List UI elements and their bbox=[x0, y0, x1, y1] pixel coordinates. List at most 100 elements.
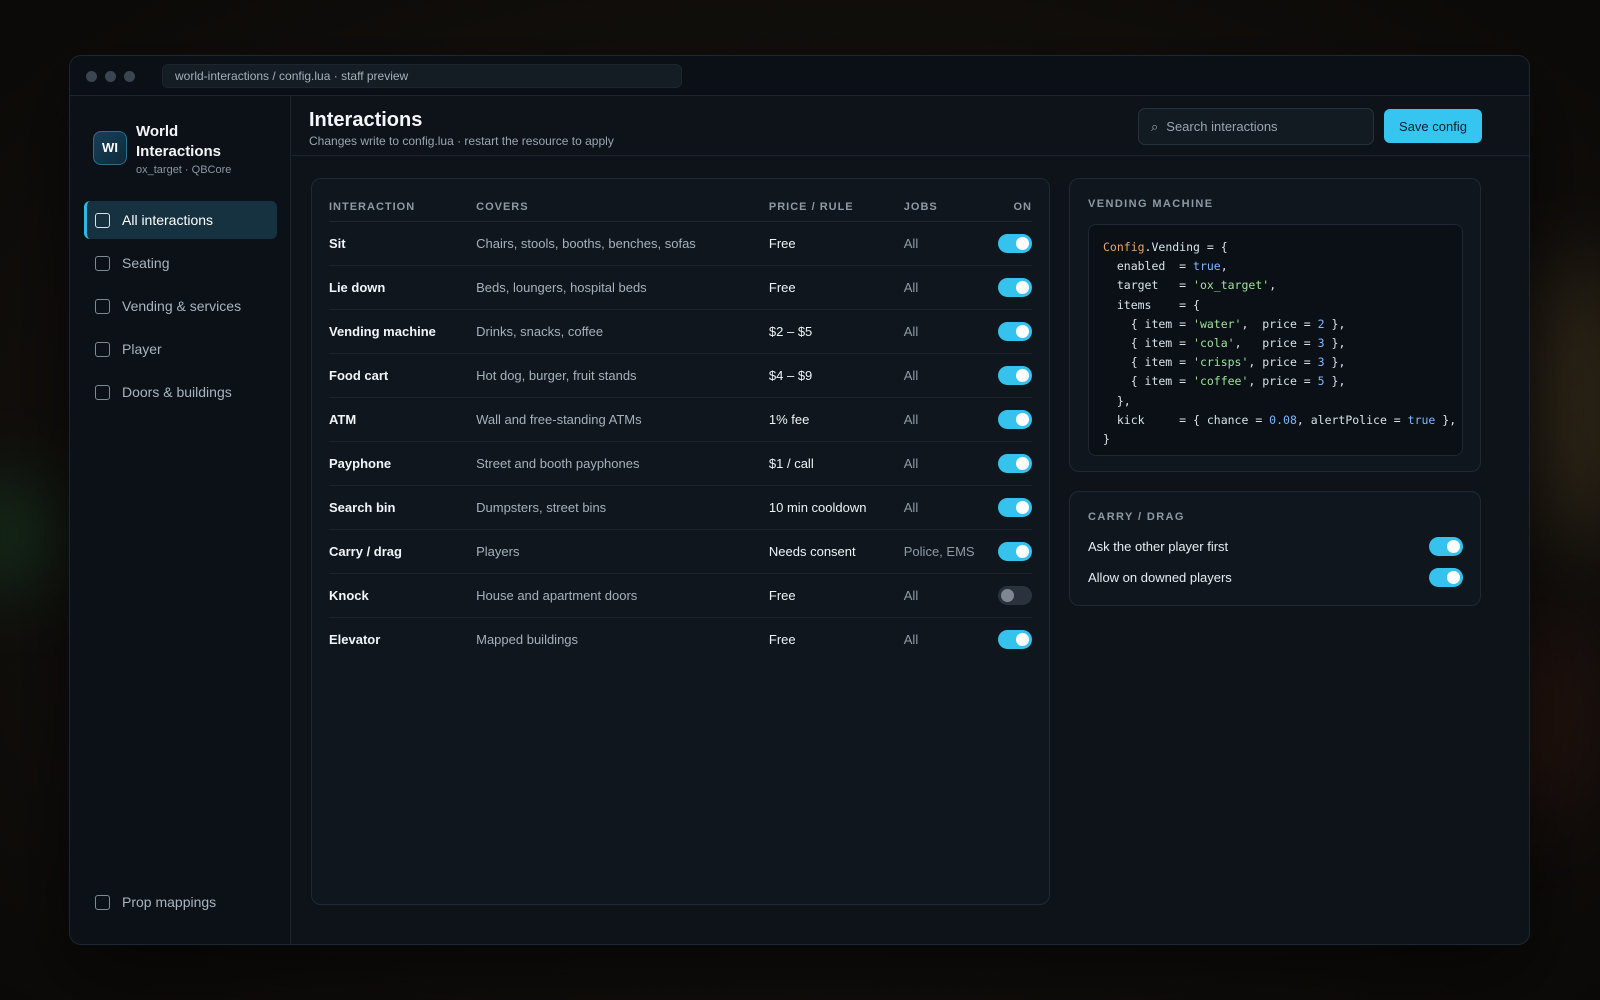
column-header-interaction[interactable]: INTERACTION bbox=[329, 193, 477, 222]
cell-price-rule: Free bbox=[768, 631, 796, 647]
window-minimize-dot[interactable] bbox=[105, 71, 116, 82]
toggle-switch[interactable] bbox=[998, 409, 1032, 429]
toggle-switch[interactable] bbox=[998, 233, 1032, 253]
sidebar-item-seating[interactable]: Seating bbox=[84, 244, 277, 282]
sidebar: WI World Interactions ox_target · QBCore… bbox=[70, 96, 291, 944]
option-ask-other-player: Ask the other player first bbox=[1088, 535, 1463, 557]
cell-on bbox=[998, 441, 1032, 486]
option-label: Allow on downed players bbox=[1088, 569, 1232, 585]
window-close-dot[interactable] bbox=[86, 71, 97, 82]
save-config-button[interactable]: Save config bbox=[1384, 109, 1482, 143]
cell-price-rule: Needs consent bbox=[768, 529, 904, 574]
cell-price-rule: $1 / call bbox=[768, 441, 904, 486]
cell-jobs: All bbox=[903, 485, 998, 530]
toggle-switch[interactable] bbox=[998, 453, 1032, 473]
sidebar-item-label: Prop mappings bbox=[122, 894, 217, 910]
cell-price-rule: 1% fee bbox=[768, 397, 904, 442]
code-token: 0.08 bbox=[1269, 412, 1297, 427]
window-maximize-dot[interactable] bbox=[124, 71, 135, 82]
sidebar-nav: All interactions Seating Vending & servi… bbox=[84, 201, 277, 416]
sidebar-item-all-interactions[interactable]: All interactions bbox=[84, 201, 277, 239]
cell-covers: Drinks, snacks, coffee bbox=[476, 309, 769, 354]
sidebar-item-label: Doors & buildings bbox=[122, 384, 232, 400]
column-header-covers[interactable]: COVERS bbox=[476, 193, 769, 222]
code-token: }, bbox=[1103, 393, 1131, 408]
cell-on bbox=[998, 573, 1032, 618]
cell-jobs: All bbox=[903, 353, 998, 398]
toggle-switch[interactable] bbox=[1429, 536, 1463, 556]
brand-subtitle: ox_target · QBCore bbox=[136, 164, 232, 176]
cell-covers: Chairs, stools, booths, benches, sofas bbox=[476, 221, 769, 266]
background-blur bbox=[0, 480, 50, 590]
config-code-block[interactable]: Config.Vending = { enabled = true, targe… bbox=[1088, 224, 1463, 456]
toggle-switch[interactable] bbox=[998, 629, 1032, 649]
main-content: Interactions Changes write to config.lua… bbox=[292, 96, 1529, 944]
sidebar-item-doors-buildings[interactable]: Doors & buildings bbox=[84, 373, 277, 411]
code-token: items = { bbox=[1103, 297, 1200, 312]
address-bar[interactable]: world-interactions / config.lua · staff … bbox=[162, 64, 682, 88]
code-token: 'coffee' bbox=[1193, 374, 1249, 389]
checkbox-icon bbox=[95, 298, 110, 314]
code-line: { item = 'cola', price = 3 }, bbox=[1103, 334, 1462, 353]
column-header-on[interactable]: ON bbox=[998, 193, 1032, 222]
code-token: } bbox=[1103, 432, 1110, 447]
table-row[interactable]: ATM Wall and free-standing ATMs 1% fee All bbox=[329, 397, 1032, 442]
column-header-jobs[interactable]: JOBS bbox=[903, 193, 998, 222]
cell-interaction: Knock bbox=[329, 573, 477, 618]
search-input[interactable] bbox=[1166, 119, 1357, 134]
code-token: 2 bbox=[1317, 316, 1325, 331]
table-row[interactable]: Search bin Dumpsters, street bins 10 min c… bbox=[329, 485, 1032, 530]
sidebar-item-label: Seating bbox=[122, 255, 170, 271]
table-row[interactable]: Food cart Hot dog, burger, fruit stands $4… bbox=[329, 353, 1032, 398]
code-token: Config bbox=[1103, 240, 1145, 254]
table-row[interactable]: Elevator Mapped buildings Free All bbox=[329, 617, 1032, 661]
toggle-switch[interactable] bbox=[998, 365, 1032, 385]
toggle-switch[interactable] bbox=[1429, 567, 1463, 587]
code-token: , alertPolice = bbox=[1296, 412, 1408, 427]
cell-covers: Beds, loungers, hospital beds bbox=[476, 265, 769, 310]
card-title: CARRY / DRAG bbox=[1088, 511, 1185, 523]
interactions-table: INTERACTION COVERS PRICE / RULE JOBS ON … bbox=[329, 193, 1032, 661]
cell-jobs: All bbox=[903, 441, 998, 486]
code-token: 'cola' bbox=[1193, 336, 1235, 351]
sidebar-item-label: Player bbox=[122, 341, 162, 357]
column-header-price-rule[interactable]: PRICE / RULE bbox=[768, 193, 904, 222]
cell-jobs: All bbox=[903, 309, 998, 354]
code-token: , price = bbox=[1241, 316, 1318, 331]
cell-on bbox=[998, 617, 1032, 661]
code-token: 'water' bbox=[1193, 316, 1242, 331]
cell-interaction: ATM bbox=[329, 397, 477, 442]
sidebar-item-label: Vending & services bbox=[122, 298, 242, 314]
cell-jobs: Police, EMS bbox=[903, 529, 998, 574]
sidebar-item-player[interactable]: Player bbox=[84, 330, 277, 368]
toggle-switch[interactable] bbox=[998, 541, 1032, 561]
code-token: kick = { chance = bbox=[1103, 412, 1270, 427]
search-box[interactable]: ⌕ bbox=[1138, 108, 1374, 145]
table-row[interactable]: Sit Chairs, stools, booths, benches, sofa… bbox=[329, 221, 1032, 266]
sidebar-item-label: All interactions bbox=[122, 212, 214, 228]
sidebar-item-prop-mappings[interactable]: Prop mappings bbox=[84, 883, 277, 921]
toggle-switch[interactable] bbox=[998, 497, 1032, 517]
sidebar-item-vending-services[interactable]: Vending & services bbox=[84, 287, 277, 325]
table-row[interactable]: Knock House and apartment doors Free All bbox=[329, 573, 1032, 618]
code-token: }, bbox=[1324, 355, 1346, 370]
code-line: target = 'ox_target', bbox=[1103, 276, 1462, 295]
table-row[interactable]: Payphone Street and booth payphones $1 / c… bbox=[329, 441, 1032, 486]
toggle-switch[interactable] bbox=[998, 321, 1032, 341]
table-row[interactable]: Lie down Beds, loungers, hospital beds Fre… bbox=[329, 265, 1032, 310]
cell-interaction: Lie down bbox=[329, 265, 477, 310]
toggle-switch[interactable] bbox=[998, 585, 1032, 605]
table-row[interactable]: Vending machine Drinks, snacks, coffee $2 … bbox=[329, 309, 1032, 354]
table-row[interactable]: Carry / drag Players Needs consent Police, … bbox=[329, 529, 1032, 574]
code-token: }, bbox=[1324, 374, 1346, 389]
sidebar-bottom: Prop mappings bbox=[84, 883, 277, 926]
code-token: target = bbox=[1103, 278, 1194, 293]
checkbox-icon bbox=[95, 212, 110, 228]
toggle-switch[interactable] bbox=[998, 277, 1032, 297]
code-token: { item = bbox=[1103, 336, 1194, 351]
card-title: VENDING MACHINE bbox=[1088, 198, 1214, 210]
cell-interaction: Vending machine bbox=[329, 309, 477, 354]
code-line: { item = 'water', price = 2 }, bbox=[1103, 315, 1462, 334]
cell-covers: Players bbox=[476, 529, 769, 574]
background-blur bbox=[1530, 250, 1600, 550]
